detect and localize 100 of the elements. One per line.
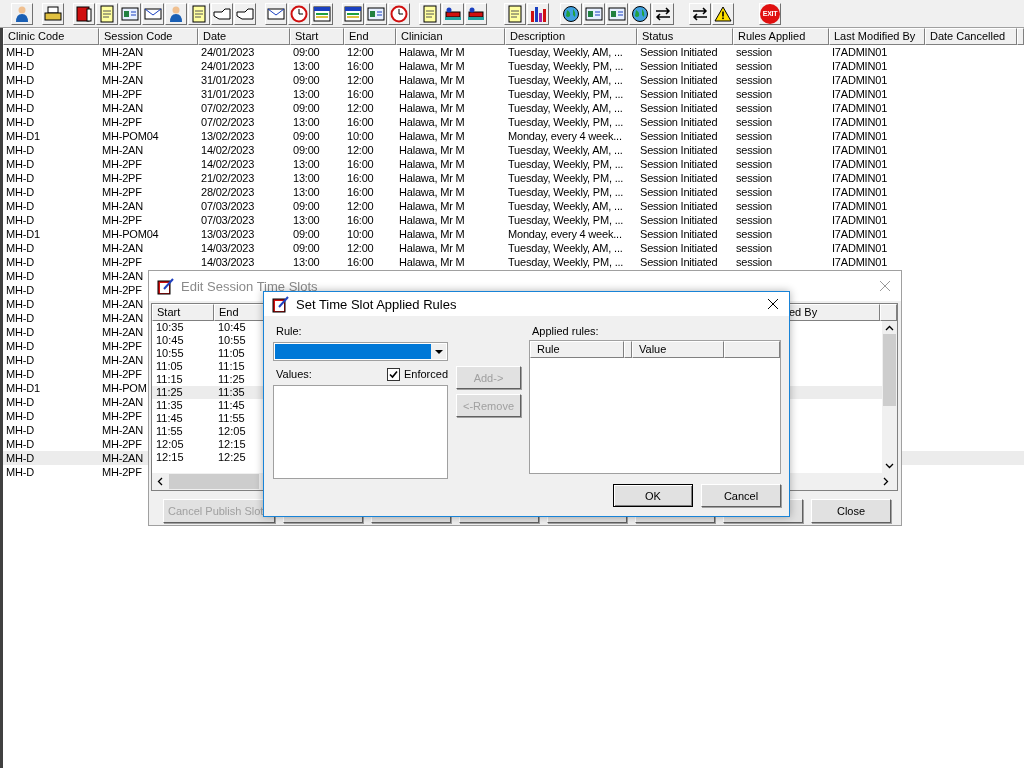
table-cell: I7ADMIN01 — [832, 59, 888, 73]
toolbar-button[interactable] — [465, 2, 487, 25]
table-cell: Monday, every 4 week... — [508, 227, 622, 241]
cancel-button[interactable]: Cancel — [701, 484, 781, 507]
vertical-scrollbar[interactable] — [882, 321, 897, 473]
table-cell: MH-D — [6, 325, 34, 339]
table-cell: MH-D — [6, 353, 34, 367]
table-row[interactable]: MH-D MH-2AN 31/01/2023 09:00 12:00 Halawa, Mr M Tuesday, Weekly, AM, ... Session Initiated session I7ADMIN01 — [3, 73, 1024, 87]
window-title: Edit Session Time Slots — [181, 278, 319, 294]
column-header[interactable]: Description — [505, 28, 637, 45]
enforced-checkbox[interactable] — [386, 367, 400, 381]
table-cell: 28/02/2023 — [201, 185, 255, 199]
column-header[interactable]: Start — [290, 28, 344, 45]
table-cell: 13:00 — [293, 87, 320, 101]
table-cell-text: 12:05 — [155, 438, 185, 451]
table-cell: session — [736, 255, 772, 269]
table-cell: Tuesday, Weekly, PM, ... — [508, 59, 624, 73]
table-row[interactable]: MH-D MH-2PF 31/01/2023 13:00 16:00 Halawa, Mr M Tuesday, Weekly, PM, ... Session Initiated session I7ADMIN01 — [3, 87, 1024, 101]
table-row[interactable]: MH-D MH-2AN 14/02/2023 09:00 12:00 Halawa, Mr M Tuesday, Weekly, AM, ... Session Initiated session I7ADMIN01 — [3, 143, 1024, 157]
table-cell: I7ADMIN01 — [832, 143, 888, 157]
table-cell: MH-D — [6, 409, 34, 423]
toolbar-button[interactable] — [311, 2, 333, 25]
table-row[interactable]: MH-D1 MH-POM04 13/03/2023 09:00 10:00 Halawa, Mr M Monday, every 4 week... Session Initiated session I7ADMIN01 — [3, 227, 1024, 241]
table-row[interactable]: MH-D MH-2PF 14/02/2023 13:00 16:00 Halawa, Mr M Tuesday, Weekly, PM, ... Session Initiated session I7ADMIN01 — [3, 157, 1024, 171]
table-cell: MH-2PF — [102, 437, 142, 451]
column-header[interactable]: Date — [198, 28, 290, 45]
table-row[interactable]: MH-D MH-2AN 07/03/2023 09:00 12:00 Halawa, Mr M Tuesday, Weekly, AM, ... Session Initiated session I7ADMIN01 — [3, 199, 1024, 213]
table-row[interactable]: MH-D MH-2PF 28/02/2023 13:00 16:00 Halawa, Mr M Tuesday, Weekly, PM, ... Session Initiated session I7ADMIN01 — [3, 185, 1024, 199]
table-cell: MH-2AN — [102, 423, 143, 437]
toolbar-button[interactable] — [652, 2, 674, 25]
table-cell: Halawa, Mr M — [399, 255, 465, 269]
table-row[interactable]: MH-D MH-2PF 07/03/2023 13:00 16:00 Halawa, Mr M Tuesday, Weekly, PM, ... Session Initiated session I7ADMIN01 — [3, 213, 1024, 227]
enforced-label: Enforced — [403, 368, 448, 380]
toolbar-button[interactable] — [689, 2, 711, 25]
column-header[interactable]: ed By — [788, 304, 880, 321]
table-cell: Halawa, Mr M — [399, 199, 465, 213]
table-cell: 24/01/2023 — [201, 59, 255, 73]
table-row[interactable]: MH-D MH-2PF 14/03/2023 13:00 16:00 Halawa, Mr M Tuesday, Weekly, PM, ... Session Initiated session I7ADMIN01 — [3, 255, 1024, 269]
table-cell: MH-D — [6, 451, 34, 465]
table-cell: Halawa, Mr M — [399, 241, 465, 255]
table-cell: Tuesday, Weekly, AM, ... — [508, 45, 623, 59]
toolbar-button[interactable] — [165, 2, 187, 25]
table-cell: MH-D — [6, 185, 34, 199]
table-cell-text: 12:25 — [217, 451, 247, 464]
column-header[interactable]: Rule — [530, 341, 624, 358]
person-icon — [167, 4, 185, 23]
bar-chart-icon — [529, 4, 547, 23]
table-cell: MH-D — [6, 115, 34, 129]
table-row[interactable]: MH-D1 MH-POM04 13/02/2023 09:00 10:00 Halawa, Mr M Monday, every 4 week... Session Initiated session I7ADMIN01 — [3, 129, 1024, 143]
scroll-thumb[interactable] — [169, 474, 259, 489]
toolbar-button[interactable] — [42, 2, 64, 25]
toolbar-button[interactable] — [527, 2, 549, 25]
table-cell: Halawa, Mr M — [399, 45, 465, 59]
table-cell: MH-POM — [102, 381, 147, 395]
table-row[interactable]: MH-D MH-2AN 24/01/2023 09:00 12:00 Halawa, Mr M Tuesday, Weekly, AM, ... Session Initiated session I7ADMIN01 — [3, 45, 1024, 59]
column-header[interactable]: End — [344, 28, 396, 45]
table-cell: 16:00 — [347, 171, 374, 185]
table-row[interactable]: MH-D MH-2AN 07/02/2023 09:00 12:00 Halawa, Mr M Tuesday, Weekly, AM, ... Session Initiated session I7ADMIN01 — [3, 101, 1024, 115]
toolbar-button[interactable] — [629, 2, 651, 25]
ok-button[interactable]: OK — [613, 484, 693, 507]
table-cell: MH-D — [6, 45, 34, 59]
column-header[interactable]: Start — [152, 304, 214, 321]
table-cell: MH-2PF — [102, 283, 142, 297]
table-row[interactable]: MH-D MH-2PF 24/01/2023 13:00 16:00 Halawa, Mr M Tuesday, Weekly, PM, ... Session Initiated session I7ADMIN01 — [3, 59, 1024, 73]
table-row[interactable]: MH-D MH-2PF 21/02/2023 13:00 16:00 Halawa, Mr M Tuesday, Weekly, PM, ... Session Initiated session I7ADMIN01 — [3, 171, 1024, 185]
column-header[interactable]: Date Cancelled — [925, 28, 1017, 45]
document-icon — [422, 4, 438, 23]
toolbar-button[interactable] — [712, 2, 734, 25]
table-cell: MH-2AN — [102, 353, 143, 367]
column-header[interactable]: Session Code — [99, 28, 198, 45]
column-header[interactable]: Value — [632, 341, 724, 358]
table-cell: 14/03/2023 — [201, 241, 255, 255]
toolbar-button[interactable] — [342, 2, 364, 25]
table-cell: Session Initiated — [640, 101, 718, 115]
scroll-thumb[interactable] — [883, 334, 896, 406]
rule-dropdown[interactable] — [273, 342, 448, 361]
column-header[interactable]: Clinician — [396, 28, 505, 45]
table-cell: MH-2PF — [102, 185, 142, 199]
table-cell: 16:00 — [347, 213, 374, 227]
table-cell: I7ADMIN01 — [832, 227, 888, 241]
table-cell: Session Initiated — [640, 115, 718, 129]
table-row[interactable]: MH-D MH-2AN 14/03/2023 09:00 12:00 Halawa, Mr M Tuesday, Weekly, AM, ... Session Initiated session I7ADMIN01 — [3, 241, 1024, 255]
table-row[interactable]: MH-D MH-2PF 07/02/2023 13:00 16:00 Halawa, Mr M Tuesday, Weekly, PM, ... Session Initiated session I7ADMIN01 — [3, 115, 1024, 129]
table-cell: Halawa, Mr M — [399, 115, 465, 129]
table-cell: I7ADMIN01 — [832, 73, 888, 87]
table-cell: MH-2AN — [102, 297, 143, 311]
toolbar-button[interactable] — [560, 2, 582, 25]
table-cell: Session Initiated — [640, 143, 718, 157]
close-icon[interactable] — [766, 297, 780, 311]
close-button[interactable]: Close — [811, 499, 891, 523]
column-header[interactable]: Clinic Code — [3, 28, 99, 45]
column-header[interactable]: Rules Applied — [733, 28, 829, 45]
column-header[interactable]: Last Modified By — [829, 28, 925, 45]
column-header[interactable]: Status — [637, 28, 733, 45]
table-cell: Session Initiated — [640, 185, 718, 199]
toolbar-button[interactable] — [442, 2, 464, 25]
toolbar-button[interactable] — [73, 2, 95, 25]
toolbar-button[interactable] — [11, 2, 33, 25]
table-cell: MH-D1 — [6, 129, 40, 143]
table-cell: Halawa, Mr M — [399, 59, 465, 73]
